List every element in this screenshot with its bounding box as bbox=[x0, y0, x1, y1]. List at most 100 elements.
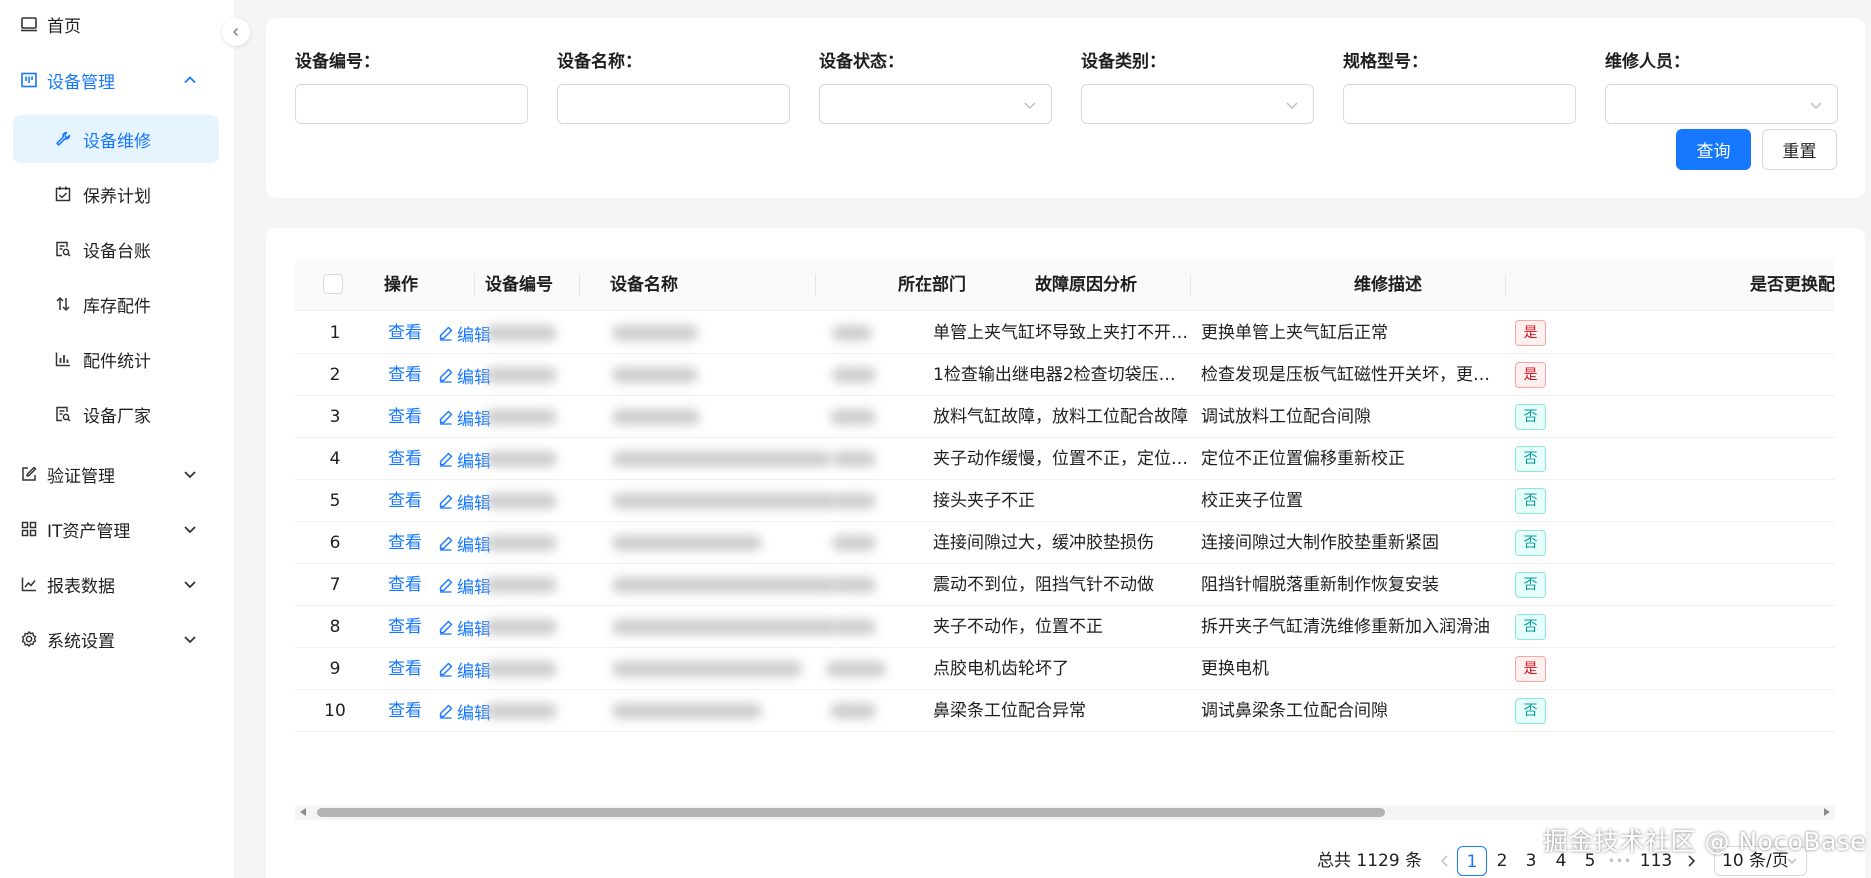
query-button[interactable]: 查询 bbox=[1676, 129, 1751, 170]
fault-cause-cell: 连接间隙过大，缓冲胶垫损伤 bbox=[933, 533, 1154, 553]
table-row: 8 查看 编辑 夹子不动作，位置不正 拆开夹子气缸清洗维修重新加入润滑油 否 bbox=[295, 606, 1835, 648]
view-link[interactable]: 查看 bbox=[388, 690, 422, 732]
nav-item-verification[interactable]: 验证管理 bbox=[0, 450, 234, 498]
repair-desc-cell: 更换电机 bbox=[1201, 659, 1269, 679]
edit-link[interactable]: 编辑 bbox=[438, 690, 491, 732]
nav-item-label: 报表数据 bbox=[47, 576, 115, 597]
view-link[interactable]: 查看 bbox=[388, 312, 422, 354]
table-row: 6 查看 编辑 连接间隙过大，缓冲胶垫损伤 连接间隙过大制作胶垫重新紧固 否 bbox=[295, 522, 1835, 564]
sidebar-item-inventory-parts[interactable]: 库存配件 bbox=[13, 280, 219, 328]
device-category-select[interactable] bbox=[1081, 84, 1314, 124]
device-status-select[interactable] bbox=[819, 84, 1052, 124]
view-link[interactable]: 查看 bbox=[388, 480, 422, 522]
device-name-redacted bbox=[612, 661, 802, 677]
swap-icon bbox=[53, 294, 73, 314]
view-link[interactable]: 查看 bbox=[388, 438, 422, 480]
scroll-right-arrow-icon[interactable] bbox=[1824, 808, 1830, 816]
column-divider bbox=[579, 274, 580, 296]
sidebar-item-device-ledger[interactable]: 设备台账 bbox=[13, 225, 219, 273]
field-label: 设备类别： bbox=[1081, 52, 1166, 72]
pagination-prev-icon[interactable] bbox=[1434, 846, 1456, 876]
column-header-department[interactable]: 所在部门 bbox=[898, 259, 966, 311]
pagination-page-3[interactable]: 3 bbox=[1520, 846, 1542, 876]
edit-link[interactable]: 编辑 bbox=[438, 438, 491, 480]
nav-item-home[interactable]: 首页 bbox=[0, 0, 234, 48]
device-code-input-box[interactable] bbox=[295, 84, 528, 124]
device-code-redacted bbox=[485, 409, 557, 425]
edit-icon bbox=[438, 536, 457, 551]
select-all-checkbox[interactable] bbox=[323, 274, 343, 294]
edit-link[interactable]: 编辑 bbox=[438, 312, 491, 354]
edit-icon bbox=[438, 620, 457, 635]
view-link[interactable]: 查看 bbox=[388, 606, 422, 648]
calendar-check-icon bbox=[53, 184, 73, 204]
view-link[interactable]: 查看 bbox=[388, 354, 422, 396]
device-name-input-box[interactable] bbox=[557, 84, 790, 124]
nav-item-reports[interactable]: 报表数据 bbox=[0, 560, 234, 608]
repair-desc-cell: 更换单管上夹气缸后正常 bbox=[1201, 323, 1388, 343]
appstore-icon bbox=[19, 519, 39, 539]
department-redacted bbox=[832, 577, 876, 593]
sidebar-collapse-button[interactable] bbox=[222, 18, 250, 46]
column-divider bbox=[1190, 274, 1191, 296]
sidebar-item-maintenance-plan[interactable]: 保养计划 bbox=[13, 170, 219, 218]
sidebar-item-device-repair[interactable]: 设备维修 bbox=[13, 115, 219, 163]
part-replaced-tag: 否 bbox=[1515, 698, 1546, 724]
repair-person-field: 维修人员： bbox=[1605, 50, 1838, 124]
device-code-redacted bbox=[485, 577, 557, 593]
repair-desc-cell: 阻挡针帽脱落重新制作恢复安装 bbox=[1201, 575, 1439, 595]
nav-item-it-assets[interactable]: IT资产管理 bbox=[0, 505, 234, 553]
sidebar-item-label: 库存配件 bbox=[83, 297, 151, 317]
horizontal-scrollbar[interactable] bbox=[295, 805, 1835, 820]
edit-link[interactable]: 编辑 bbox=[438, 396, 491, 438]
device-name-field: 设备名称： bbox=[557, 50, 790, 124]
sidebar-item-manufacturer[interactable]: 设备厂家 bbox=[13, 390, 219, 438]
column-header-fault-cause[interactable]: 故障原因分析 bbox=[1035, 259, 1137, 311]
pagination-page-1[interactable]: 1 bbox=[1457, 846, 1487, 876]
table-row: 5 查看 编辑 接头夹子不正 校正夹子位置 否 bbox=[295, 480, 1835, 522]
view-link[interactable]: 查看 bbox=[388, 396, 422, 438]
pagination-page-2[interactable]: 2 bbox=[1491, 846, 1513, 876]
spec-model-input[interactable] bbox=[1344, 85, 1575, 123]
reset-button[interactable]: 重置 bbox=[1762, 129, 1837, 170]
pagination-total: 总共 1129 条 bbox=[1317, 851, 1423, 871]
column-header-device-name[interactable]: 设备名称 bbox=[610, 259, 678, 311]
edit-link[interactable]: 编辑 bbox=[438, 354, 491, 396]
edit-link[interactable]: 编辑 bbox=[438, 522, 491, 564]
edit-link[interactable]: 编辑 bbox=[438, 606, 491, 648]
fault-cause-cell: 单管上夹气缸坏导致上夹打不开刮管 bbox=[933, 323, 1191, 343]
edit-link[interactable]: 编辑 bbox=[438, 564, 491, 606]
chevron-down-icon bbox=[1809, 98, 1823, 112]
column-header-device-code[interactable]: 设备编号 bbox=[485, 259, 553, 311]
bar-chart-icon bbox=[53, 349, 73, 369]
part-replaced-tag: 否 bbox=[1515, 488, 1546, 514]
spec-model-input-box[interactable] bbox=[1343, 84, 1576, 124]
column-header-repair-desc[interactable]: 维修描述 bbox=[1354, 259, 1422, 311]
sidebar-item-parts-statistics[interactable]: 配件统计 bbox=[13, 335, 219, 383]
device-name-input[interactable] bbox=[558, 85, 789, 123]
view-link[interactable]: 查看 bbox=[388, 564, 422, 606]
column-header-part-replaced[interactable]: 是否更换配 bbox=[1750, 259, 1835, 311]
device-name-redacted bbox=[612, 451, 832, 467]
device-code-redacted bbox=[485, 661, 557, 677]
department-redacted bbox=[832, 367, 876, 383]
device-code-input[interactable] bbox=[296, 85, 527, 123]
sidebar: 首页 设备管理 设备维修 保养计划 设备台账 库存配件 配件统计 设备厂家 验证… bbox=[0, 0, 234, 878]
repair-table-card: 操作 设备编号 设备名称 所在部门 故障原因分析 维修描述 是否更换配 1 查看编… bbox=[266, 228, 1865, 878]
view-link[interactable]: 查看 bbox=[388, 522, 422, 564]
edit-link[interactable]: 编辑 bbox=[438, 648, 491, 690]
nav-item-label: IT资产管理 bbox=[47, 521, 131, 542]
chevron-down-icon bbox=[1285, 98, 1299, 112]
repair-person-select[interactable] bbox=[1605, 84, 1838, 124]
file-search-icon bbox=[53, 404, 73, 424]
device-name-redacted bbox=[612, 325, 698, 341]
edit-icon bbox=[438, 578, 457, 593]
nav-item-settings[interactable]: 系统设置 bbox=[0, 615, 234, 663]
scrollbar-thumb[interactable] bbox=[317, 808, 1385, 817]
edit-link[interactable]: 编辑 bbox=[438, 480, 491, 522]
table-row: 3 查看 编辑 放料气缸故障，放料工位配合故障 调试放料工位配合间隙 否 bbox=[295, 396, 1835, 438]
wrench-icon bbox=[53, 129, 73, 149]
scroll-left-arrow-icon[interactable] bbox=[300, 808, 306, 816]
nav-item-device-management[interactable]: 设备管理 bbox=[0, 56, 234, 104]
view-link[interactable]: 查看 bbox=[388, 648, 422, 690]
